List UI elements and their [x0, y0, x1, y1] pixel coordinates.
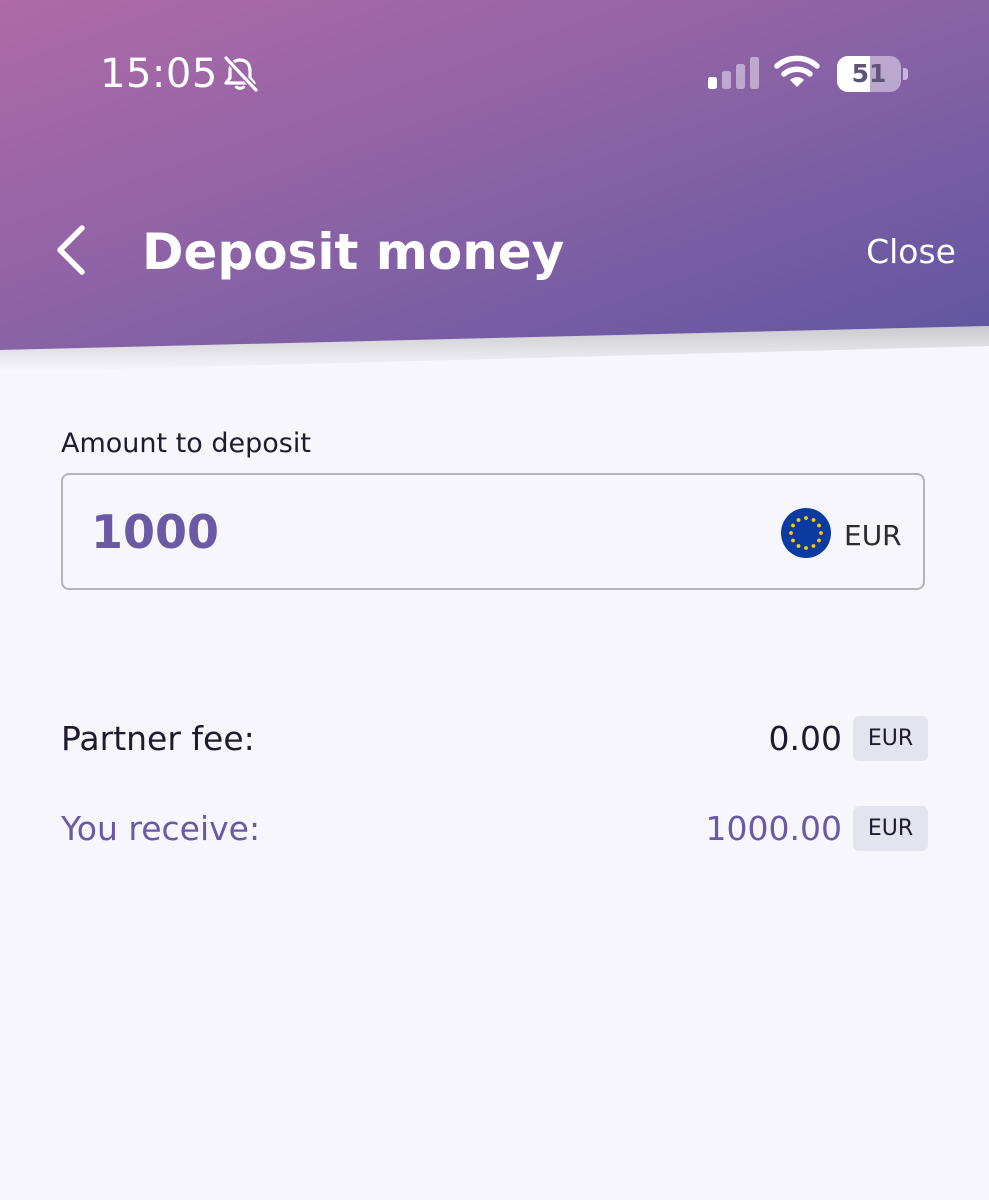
- amount-value[interactable]: 1000: [91, 503, 219, 561]
- eu-flag-icon: [781, 508, 831, 558]
- close-button[interactable]: Close: [866, 232, 956, 272]
- eu-star: [817, 538, 821, 543]
- eu-star: [796, 544, 801, 548]
- eu-star: [789, 531, 793, 535]
- battery-icon: 51: [837, 56, 909, 92]
- eu-star: [791, 523, 795, 528]
- currency-code: EUR: [844, 519, 902, 552]
- you-receive-currency-badge: EUR: [853, 806, 928, 851]
- partner-fee-currency-badge: EUR: [853, 716, 928, 761]
- eu-star: [796, 518, 801, 522]
- you-receive-label: You receive:: [61, 809, 261, 848]
- eu-star: [817, 523, 821, 528]
- you-receive-value: 1000.00: [705, 809, 842, 848]
- amount-label: Amount to deposit: [61, 428, 311, 459]
- eu-star: [804, 546, 808, 550]
- partner-fee-label: Partner fee:: [61, 719, 255, 758]
- partner-fee-value: 0.00: [768, 719, 842, 758]
- status-time: 15:05: [100, 51, 218, 97]
- battery-body: 51: [837, 56, 901, 92]
- eu-star: [811, 544, 816, 548]
- page-title: Deposit money: [142, 223, 565, 281]
- cellular-signal-icon: [708, 57, 759, 89]
- battery-cap: [903, 68, 908, 80]
- you-receive-row: You receive: 1000.00 EUR: [61, 806, 928, 852]
- back-button[interactable]: [46, 222, 96, 278]
- eu-star: [804, 516, 808, 520]
- eu-star: [811, 518, 816, 522]
- battery-level: 51: [851, 59, 887, 88]
- chevron-left-icon: [57, 225, 85, 275]
- bell-muted-icon: [223, 55, 259, 93]
- wifi-icon: [774, 55, 820, 87]
- partner-fee-row: Partner fee: 0.00 EUR: [61, 716, 928, 762]
- eu-star: [791, 538, 795, 543]
- amount-input[interactable]: 1000 EUR: [61, 473, 925, 590]
- eu-star: [819, 531, 823, 535]
- header: 15:05 51 Deposit money Close: [0, 0, 989, 372]
